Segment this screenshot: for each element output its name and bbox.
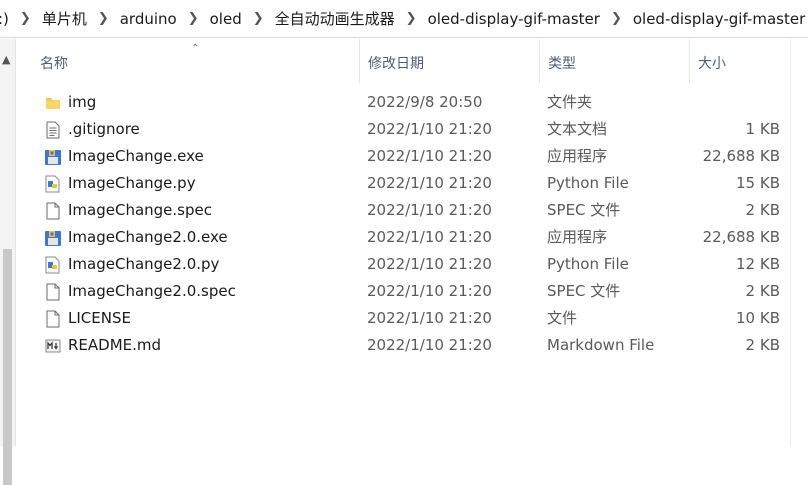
file-size: 2 KB [745, 201, 780, 219]
file-row[interactable]: ImageChange.py 2022/1/10 21:20 Python Fi… [40, 170, 790, 197]
column-header-name[interactable]: 名称 [32, 39, 359, 83]
file-list: img 2022/9/8 20:50 文件夹 .gitignore 2022/1… [40, 89, 790, 359]
breadcrumb-item-current[interactable]: oled-display-gif-master [632, 0, 806, 37]
file-name: ImageChange2.0.exe [68, 228, 228, 246]
file-list-scrollbar[interactable] [790, 39, 808, 446]
file-modified-date: 2022/1/10 21:20 [367, 309, 492, 327]
chevron-right-icon[interactable]: ❯ [20, 11, 31, 26]
file-type: 文本文档 [547, 120, 608, 138]
file-type: 文件夹 [547, 93, 593, 111]
breadcrumb-item[interactable]: 单片机 ❯ [41, 0, 120, 37]
markdown-file-icon [44, 336, 62, 355]
file-type: 文件 [547, 309, 578, 327]
file-name: ImageChange2.0.py [68, 255, 220, 273]
scroll-up-arrow-icon[interactable]: ▲ [2, 53, 10, 66]
file-size: 22,688 KB [702, 147, 780, 165]
breadcrumb-item[interactable]: oled-display-gif-master ❯ [427, 0, 633, 37]
breadcrumb-label: oled-display-gif-master [427, 9, 600, 28]
file-modified-date: 2022/1/10 21:20 [367, 201, 492, 219]
column-header-label: 类型 [548, 56, 576, 72]
file-row[interactable]: ImageChange2.0.py 2022/1/10 21:20 Python… [40, 251, 790, 278]
file-name: ImageChange.spec [68, 201, 212, 219]
breadcrumb-item[interactable]: 全自动动画生成器 ❯ [274, 0, 428, 37]
file-name: README.md [68, 336, 162, 354]
file-row[interactable]: ImageChange2.0.exe 2022/1/10 21:20 应用程序 … [40, 224, 790, 251]
file-modified-date: 2022/1/10 21:20 [367, 336, 492, 354]
column-header-size[interactable]: 大小 [689, 39, 790, 83]
file-size: 22,688 KB [702, 228, 780, 246]
file-modified-date: 2022/9/8 20:50 [367, 93, 483, 111]
chevron-right-icon[interactable]: ❯ [406, 11, 417, 26]
file-type: Python File [547, 255, 629, 273]
scrollbar-thumb[interactable] [3, 249, 12, 485]
address-bar[interactable]: :) ❯ 单片机 ❯ arduino ❯ oled ❯ 全自动动画生成器 ❯ o… [0, 0, 808, 38]
file-size: 12 KB [736, 255, 780, 273]
file-modified-date: 2022/1/10 21:20 [367, 228, 492, 246]
file-type: Python File [547, 174, 629, 192]
column-header-type[interactable]: 类型 [539, 39, 689, 83]
breadcrumb-item[interactable]: oled ❯ [209, 0, 275, 37]
breadcrumb-label: oled [209, 9, 242, 28]
file-type: 应用程序 [547, 147, 608, 165]
file-modified-date: 2022/1/10 21:20 [367, 120, 492, 138]
column-header-row: ⌃ 名称 修改日期 类型 大小 [24, 39, 790, 83]
chevron-right-icon[interactable]: ❯ [253, 11, 264, 26]
file-name: ImageChange.py [68, 174, 196, 192]
navigation-pane-scrollbar[interactable]: ▲ [0, 39, 16, 485]
file-type: Markdown File [547, 336, 655, 354]
file-row[interactable]: ImageChange2.0.spec 2022/1/10 21:20 SPEC… [40, 278, 790, 305]
folder-icon [44, 93, 62, 112]
file-name: ImageChange.exe [68, 147, 204, 165]
python-exe-icon [44, 147, 62, 166]
file-name: .gitignore [68, 120, 140, 138]
file-name: ImageChange2.0.spec [68, 282, 236, 300]
file-name: img [68, 93, 97, 111]
file-row[interactable]: README.md 2022/1/10 21:20 Markdown File … [40, 332, 790, 359]
chevron-right-icon[interactable]: ❯ [611, 11, 622, 26]
file-size: 2 KB [745, 282, 780, 300]
chevron-right-icon[interactable]: ❯ [188, 11, 199, 26]
file-row[interactable]: .gitignore 2022/1/10 21:20 文本文档 1 KB [40, 116, 790, 143]
file-size: 2 KB [745, 336, 780, 354]
file-row[interactable]: img 2022/9/8 20:50 文件夹 [40, 89, 790, 116]
file-modified-date: 2022/1/10 21:20 [367, 255, 492, 273]
file-type: 应用程序 [547, 228, 608, 246]
file-modified-date: 2022/1/10 21:20 [367, 174, 492, 192]
breadcrumb-drive[interactable]: :) ❯ [0, 0, 42, 37]
blank-file-icon [44, 309, 62, 328]
file-size: 10 KB [736, 309, 780, 327]
breadcrumb-label: 全自动动画生成器 [274, 9, 395, 28]
file-name: LICENSE [68, 309, 131, 327]
blank-file-icon [44, 282, 62, 301]
python-file-icon [44, 255, 62, 274]
python-file-icon [44, 174, 62, 193]
python-exe-icon [44, 228, 62, 247]
file-size: 15 KB [736, 174, 780, 192]
column-header-label: 大小 [698, 56, 726, 72]
breadcrumb-label: arduino [119, 9, 177, 28]
blank-file-icon [44, 201, 62, 220]
breadcrumb-label: :) [0, 9, 9, 28]
file-row[interactable]: ImageChange.exe 2022/1/10 21:20 应用程序 22,… [40, 143, 790, 170]
breadcrumb-label: oled-display-gif-master [632, 9, 806, 28]
column-header-modified[interactable]: 修改日期 [359, 39, 539, 83]
file-type: SPEC 文件 [547, 201, 621, 219]
file-modified-date: 2022/1/10 21:20 [367, 147, 492, 165]
file-row[interactable]: ImageChange.spec 2022/1/10 21:20 SPEC 文件… [40, 197, 790, 224]
file-size: 1 KB [745, 120, 780, 138]
chevron-right-icon[interactable]: ❯ [98, 11, 109, 26]
column-header-label: 名称 [40, 56, 68, 72]
column-header-label: 修改日期 [368, 56, 424, 72]
file-modified-date: 2022/1/10 21:20 [367, 282, 492, 300]
text-document-icon [44, 120, 62, 139]
breadcrumb-label: 单片机 [41, 9, 87, 28]
breadcrumb-item[interactable]: arduino ❯ [119, 0, 210, 37]
file-row[interactable]: LICENSE 2022/1/10 21:20 文件 10 KB [40, 305, 790, 332]
file-type: SPEC 文件 [547, 282, 621, 300]
